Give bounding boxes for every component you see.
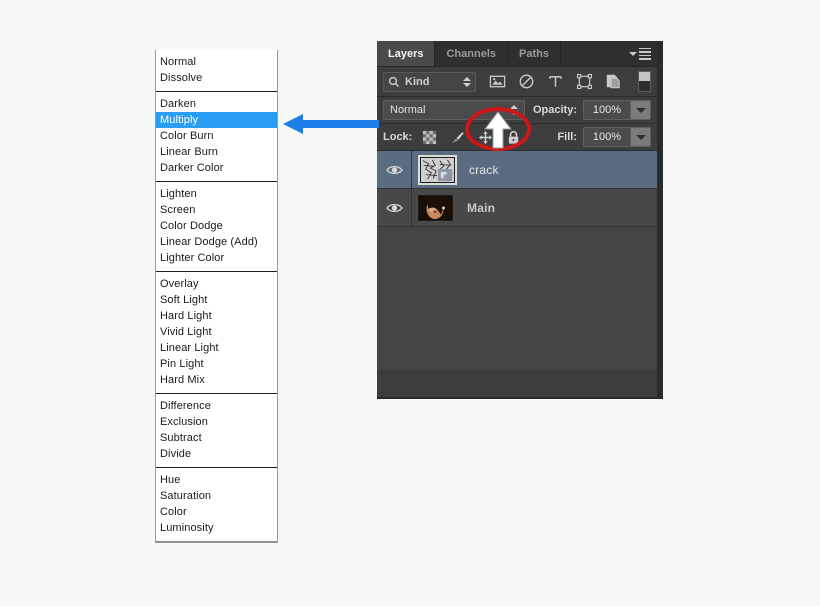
blend-option-vivid-light[interactable]: Vivid Light [156,324,277,340]
table-row[interactable]: crack [377,151,657,189]
eye-icon [385,165,403,174]
fill-label: Fill: [557,131,577,143]
fill-field[interactable]: 100% [583,127,651,147]
lock-label: Lock: [383,131,413,143]
portrait-photo-thumbnail[interactable] [418,194,453,221]
opacity-value[interactable]: 100% [583,100,630,120]
lock-transparent-pixels-icon[interactable] [422,130,437,145]
eye-icon [385,203,403,212]
blend-option-difference[interactable]: Difference [156,398,277,414]
blend-option-dissolve[interactable]: Dissolve [156,70,277,86]
blend-option-hard-mix[interactable]: Hard Mix [156,372,277,388]
tab-layers[interactable]: Layers [377,41,436,66]
tab-channels[interactable]: Channels [435,41,508,66]
search-icon [388,76,399,87]
blend-option-darker-color[interactable]: Darker Color [156,160,277,176]
opacity-dropdown-button[interactable] [630,100,651,120]
layer-visibility-toggle-main[interactable] [377,189,412,226]
filter-type-icons [489,73,622,90]
blend-option-linear-dodge-add[interactable]: Linear Dodge (Add) [156,234,277,250]
blend-option-linear-light[interactable]: Linear Light [156,340,277,356]
shape-layer-filter-icon[interactable] [576,73,593,90]
blend-option-darken[interactable]: Darken [156,96,277,112]
adjustment-layer-filter-icon[interactable] [518,73,535,90]
layer-visibility-toggle-crack[interactable] [377,151,412,188]
crackle-texture-thumbnail[interactable] [418,154,457,185]
fill-value[interactable]: 100% [583,127,630,147]
hamburger-icon [639,47,651,60]
filter-kind-label: Kind [405,75,430,88]
blend-option-normal[interactable]: Normal [156,54,277,70]
chevron-down-icon [629,51,637,56]
blend-option-multiply[interactable]: Multiply [156,112,277,128]
layer-list: crack Main [377,151,657,370]
blend-option-screen[interactable]: Screen [156,202,277,218]
type-layer-filter-icon[interactable] [547,73,564,90]
smart-object-filter-icon[interactable] [605,73,622,90]
blend-option-saturation[interactable]: Saturation [156,488,277,504]
layers-panel: Layers Channels Paths Kind Normal Opacit… [377,41,663,399]
blue-pointer-arrow [283,114,379,134]
blend-option-lighter-color[interactable]: Lighter Color [156,250,277,266]
blend-option-linear-burn[interactable]: Linear Burn [156,144,277,160]
blending-mode-dropdown-list[interactable]: Normal Dissolve Darken Multiply Color Bu… [155,50,278,543]
blend-mode-row: Normal Opacity: 100% [377,97,657,124]
panel-tab-bar: Layers Channels Paths [377,41,657,67]
filter-kind-select[interactable]: Kind [383,71,476,92]
panel-menu-icon[interactable] [629,47,651,60]
blend-group-difference: Difference Exclusion Subtract Divide [156,394,277,468]
blend-option-color[interactable]: Color [156,504,277,520]
blend-group-contrast: Overlay Soft Light Hard Light Vivid Ligh… [156,272,277,394]
chevron-down-icon [635,134,646,140]
blend-group-darken: Darken Multiply Color Burn Linear Burn D… [156,92,277,182]
table-row[interactable]: Main [377,189,657,227]
filter-enable-toggle[interactable] [638,71,651,92]
fill-dropdown-button[interactable] [630,127,651,147]
blend-option-luminosity[interactable]: Luminosity [156,520,277,536]
blend-option-soft-light[interactable]: Soft Light [156,292,277,308]
blend-option-color-burn[interactable]: Color Burn [156,128,277,144]
crack-thumbnail-art [421,157,454,182]
opacity-label: Opacity: [532,104,577,116]
tab-paths[interactable]: Paths [508,41,561,66]
layer-name-main[interactable]: Main [467,201,495,215]
blend-option-divide[interactable]: Divide [156,446,277,462]
blend-option-hard-light[interactable]: Hard Light [156,308,277,324]
blend-option-lighten[interactable]: Lighten [156,186,277,202]
opacity-field[interactable]: 100% [583,100,651,120]
blend-option-exclusion[interactable]: Exclusion [156,414,277,430]
layer-filter-row: Kind [377,67,657,97]
blend-option-hue[interactable]: Hue [156,472,277,488]
blend-group-lighten: Lighten Screen Color Dodge Linear Dodge … [156,182,277,272]
blend-option-overlay[interactable]: Overlay [156,276,277,292]
blend-option-pin-light[interactable]: Pin Light [156,356,277,372]
pixel-layer-filter-icon[interactable] [489,73,506,90]
lock-row: Lock: Fill: 100% [377,124,657,151]
blend-option-color-dodge[interactable]: Color Dodge [156,218,277,234]
blend-group-component: Hue Saturation Color Luminosity [156,468,277,542]
chevron-down-icon [635,107,646,113]
blend-option-subtract[interactable]: Subtract [156,430,277,446]
lock-image-pixels-icon[interactable] [450,130,465,145]
white-pointer-arrow [483,111,513,149]
kind-stepper-icon[interactable] [463,76,471,87]
layer-name-crack[interactable]: crack [469,163,499,177]
main-thumbnail-art [419,195,452,220]
blend-group-normal: Normal Dissolve [156,50,277,92]
